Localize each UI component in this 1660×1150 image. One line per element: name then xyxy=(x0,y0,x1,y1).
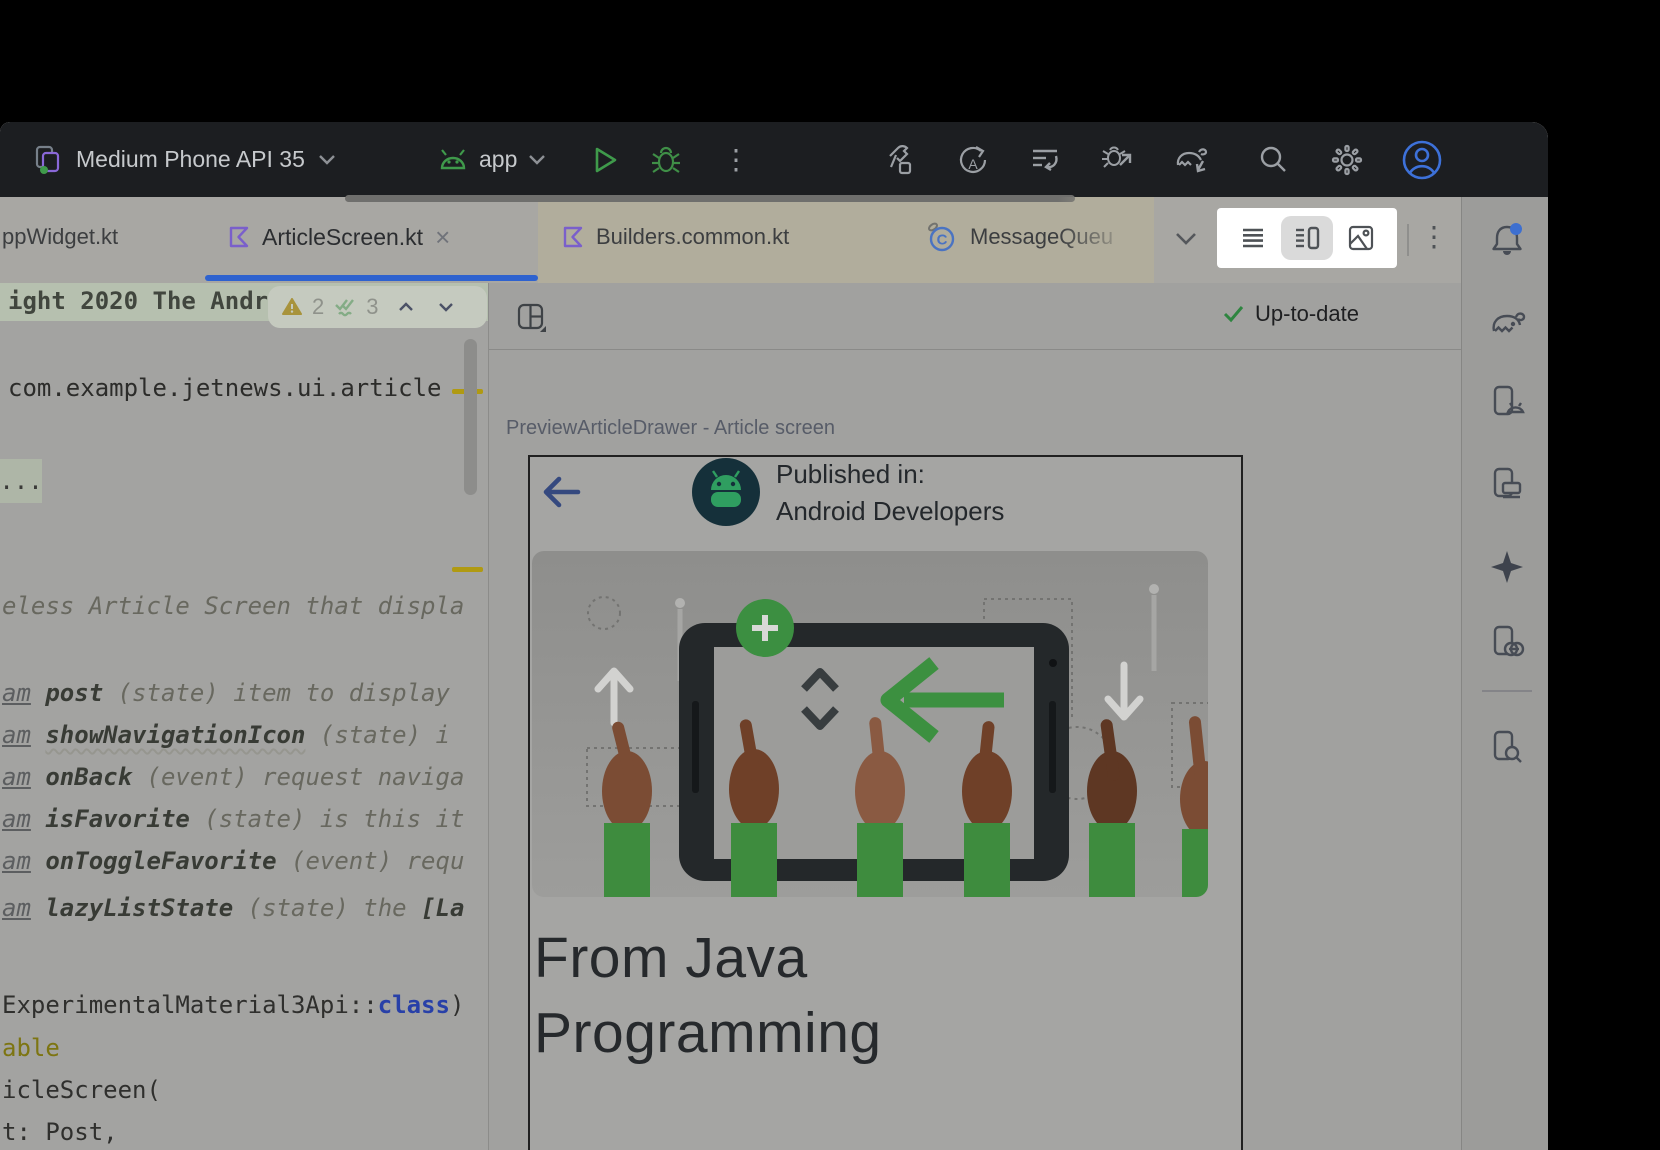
main-toolbar: Medium Phone API 35 app xyxy=(0,122,1548,197)
chevron-down-icon xyxy=(317,154,337,166)
design-view-icon[interactable] xyxy=(1347,224,1375,252)
view-mode-spotlight xyxy=(1218,209,1396,267)
code-line-copyright: ight 2020 The Andr xyxy=(8,287,268,315)
screenshot-root: Medium Phone API 35 app xyxy=(0,0,1660,1150)
active-tab-underline xyxy=(205,275,538,281)
published-in-label: Published in: xyxy=(776,459,925,490)
hidden-tabs-chevron[interactable] xyxy=(1173,231,1199,247)
split-view-icon xyxy=(1293,224,1321,252)
publisher-name: Android Developers xyxy=(776,496,1004,527)
code-line-param-lazylist: am lazyListState (state) the [La xyxy=(2,894,464,922)
android-head-icon xyxy=(437,148,469,172)
code-line-composable: able xyxy=(2,1034,60,1062)
debug-button[interactable] xyxy=(650,122,682,197)
run-config-label: app xyxy=(479,146,517,173)
running-devices-icon[interactable] xyxy=(1488,465,1526,503)
article-title-line1: From Java xyxy=(534,925,808,991)
chevron-down-icon xyxy=(527,154,547,166)
device-manager-icon[interactable] xyxy=(1488,383,1526,421)
android-studio-window: Medium Phone API 35 app xyxy=(0,122,1548,1150)
back-arrow-icon[interactable] xyxy=(540,473,582,511)
code-line-function: icleScreen( xyxy=(2,1076,161,1104)
code-line-argument: t: Post, xyxy=(2,1118,118,1146)
gemini-sparkle-icon[interactable] xyxy=(1488,548,1526,586)
folded-dots: ... xyxy=(0,467,43,495)
tab-articlescreen[interactable]: ArticleScreen.kt × xyxy=(228,197,450,277)
preview-toolbar: Up-to-date xyxy=(489,283,1461,350)
tabbar-divider xyxy=(1407,224,1409,256)
more-actions-kebab[interactable]: ⋮ xyxy=(722,122,750,197)
code-line-param-shownav: am showNavigationIcon (state) i xyxy=(2,721,450,749)
code-line-param-post: am post (state) item to display xyxy=(2,679,450,707)
build-hammer-icon[interactable] xyxy=(884,122,918,197)
search-icon[interactable] xyxy=(1257,122,1289,197)
tab-articlescreen-label: ArticleScreen.kt xyxy=(262,224,423,251)
article-hero-image xyxy=(532,551,1208,897)
device-phone-icon xyxy=(34,144,64,176)
code-line-comment: eless Article Screen that displa xyxy=(2,592,464,620)
warning-triangle-icon xyxy=(282,298,302,316)
preview-frame[interactable]: Published in: Android Developers xyxy=(528,455,1243,1150)
split-view-selected[interactable] xyxy=(1281,216,1333,260)
sidebar-divider xyxy=(1482,690,1532,692)
layout-inspector-icon[interactable] xyxy=(1488,728,1526,766)
preview-status: Up-to-date xyxy=(1223,301,1359,327)
code-line-param-onback: am onBack (event) request naviga xyxy=(2,763,464,791)
editor-options-kebab[interactable]: ⋮ xyxy=(1420,223,1448,251)
tab-builders-common[interactable]: Builders.common.kt xyxy=(562,197,789,277)
code-line-param-isfavorite: am isFavorite (state) is this it xyxy=(2,805,464,833)
preview-layout-icon[interactable] xyxy=(515,302,549,334)
inspections-widget[interactable]: 2 3 xyxy=(268,286,487,328)
editor-scrollbar-thumb[interactable] xyxy=(464,339,477,495)
device-selector-label: Medium Phone API 35 xyxy=(76,146,305,173)
class-icon: C xyxy=(924,220,958,254)
kotlin-file-icon xyxy=(562,226,584,248)
profile-avatar[interactable] xyxy=(1400,122,1444,197)
code-line-package: com.example.jetnews.ui.article xyxy=(8,374,441,402)
kotlin-file-icon xyxy=(228,226,250,248)
article-title-line2: Programming xyxy=(534,1000,882,1066)
hands-illustration xyxy=(532,551,1208,897)
apply-changes-icon[interactable]: A xyxy=(956,122,990,197)
settings-gear-icon[interactable] xyxy=(1330,122,1364,197)
tab-appwidget-label: ppWidget.kt xyxy=(2,224,118,250)
run-button[interactable] xyxy=(591,122,619,197)
warning-count: 2 xyxy=(312,294,324,320)
svg-text:A: A xyxy=(968,156,978,172)
next-problem-chevron[interactable] xyxy=(437,301,455,313)
editor-tab-bar: ppWidget.kt ArticleScreen.kt × Builders.… xyxy=(0,197,1461,283)
attach-debugger-icon[interactable] xyxy=(1100,122,1134,197)
ok-checks-icon xyxy=(334,297,356,317)
warning-mark xyxy=(452,567,483,572)
preview-status-label: Up-to-date xyxy=(1255,301,1359,327)
prev-problem-chevron[interactable] xyxy=(397,301,415,313)
apply-code-changes-icon[interactable] xyxy=(1028,122,1062,197)
tab-appwidget[interactable]: ppWidget.kt xyxy=(2,197,118,277)
gradle-sync-icon[interactable] xyxy=(1174,122,1210,197)
code-view-icon[interactable] xyxy=(1239,224,1267,252)
check-icon xyxy=(1223,305,1245,323)
notifications-bell-icon[interactable] xyxy=(1488,221,1526,259)
device-selector[interactable]: Medium Phone API 35 xyxy=(34,122,337,197)
code-line-param-ontoggle: am onToggleFavorite (event) requ xyxy=(2,847,464,875)
code-editor[interactable]: ight 2020 The Andr 2 3 com. xyxy=(0,283,489,1150)
ok-count: 3 xyxy=(366,294,378,320)
svg-text:C: C xyxy=(937,232,948,249)
close-tab-icon[interactable]: × xyxy=(435,224,450,250)
publisher-avatar xyxy=(692,458,760,526)
tab-builders-label: Builders.common.kt xyxy=(596,224,789,250)
compose-preview-panel: Up-to-date PreviewArticleDrawer - Articl… xyxy=(489,283,1461,1150)
folded-imports-chip[interactable]: ... xyxy=(0,459,42,503)
run-config-selector[interactable]: app xyxy=(437,122,547,197)
device-mirroring-icon[interactable] xyxy=(1488,623,1526,661)
code-line-annotation: ExperimentalMaterial3Api::class) xyxy=(2,991,464,1019)
right-tool-window-bar xyxy=(1461,197,1548,1150)
gradle-elephant-icon[interactable] xyxy=(1488,305,1526,339)
preview-composable-label[interactable]: PreviewArticleDrawer - Article screen xyxy=(506,417,835,440)
tab-fade-overlay xyxy=(1058,197,1154,283)
